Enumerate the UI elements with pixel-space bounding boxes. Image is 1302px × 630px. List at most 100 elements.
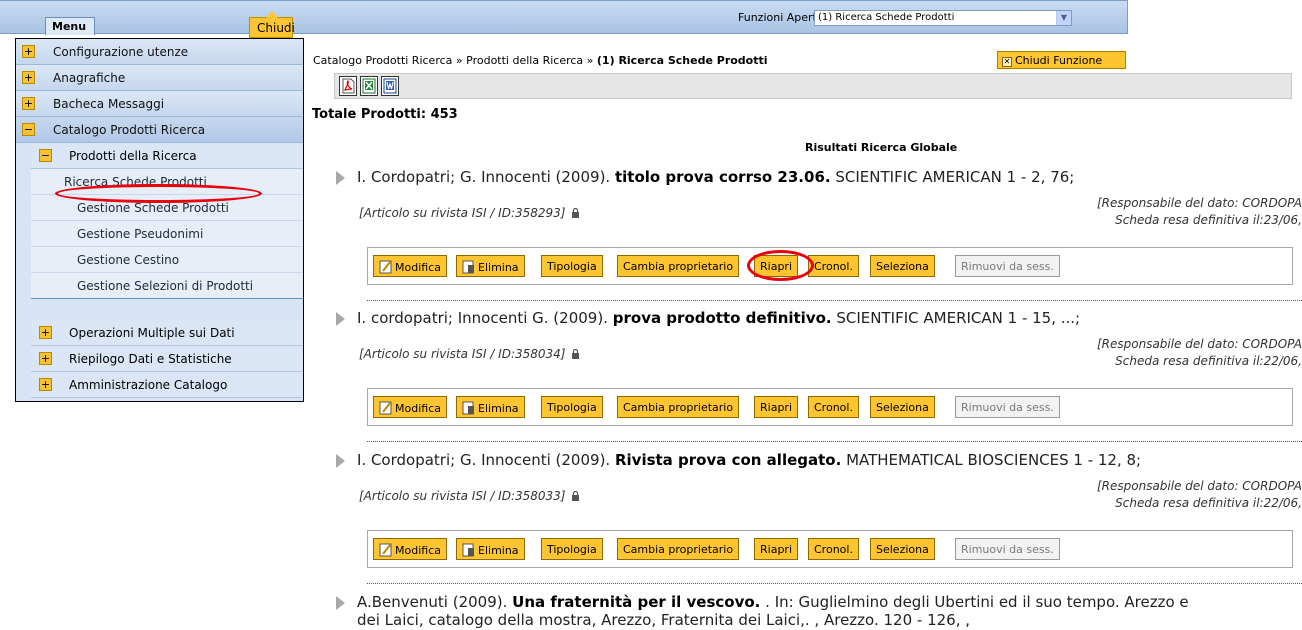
modifica-button[interactable]: Modifica xyxy=(373,538,447,560)
sidebar-item-bacheca-messaggi[interactable]: + Bacheca Messaggi xyxy=(16,91,303,117)
record-actions: Modifica Elimina Tipologia Cambia propri… xyxy=(367,388,1293,426)
elimina-button[interactable]: Elimina xyxy=(456,255,525,277)
sidebar-menu: + Configurazione utenze + Anagrafiche + … xyxy=(15,38,304,402)
modifica-button[interactable]: Modifica xyxy=(373,396,447,418)
pdf-icon[interactable] xyxy=(339,76,357,96)
record-divider xyxy=(367,300,1302,301)
elimina-button[interactable]: Elimina xyxy=(456,538,525,560)
record-type: [Articolo su rivista ISI / ID:358293] xyxy=(359,206,580,220)
rimuovi-da-sessione-button[interactable]: Rimuovi da sess. xyxy=(955,538,1060,560)
record-title[interactable]: Rivista prova con allegato. xyxy=(615,451,841,469)
export-toolbar xyxy=(334,73,1292,99)
expand-icon[interactable]: + xyxy=(22,97,35,110)
excel-icon[interactable] xyxy=(360,76,378,96)
modifica-button[interactable]: Modifica xyxy=(373,255,447,277)
edit-icon xyxy=(379,401,393,415)
sidebar-item-configurazione-utenze[interactable]: + Configurazione utenze xyxy=(16,39,303,65)
sidebar-item-label: Gestione Pseudonimi xyxy=(77,227,204,241)
breadcrumb-separator: » xyxy=(455,54,463,67)
record-type: [Articolo su rivista ISI / ID:358034] xyxy=(359,347,580,361)
results-title: Risultati Ricerca Globale xyxy=(805,141,958,154)
close-function-label: Chiudi Funzione xyxy=(1015,54,1103,67)
rimuovi-da-sessione-button[interactable]: Rimuovi da sess. xyxy=(955,255,1060,277)
sidebar-item-catalogo-prodotti-ricerca[interactable]: − Catalogo Prodotti Ricerca xyxy=(16,117,303,143)
expand-icon[interactable]: + xyxy=(39,326,52,339)
riapri-button[interactable]: Riapri xyxy=(754,538,799,560)
close-menu-tooltip[interactable]: Chiudi xyxy=(249,11,295,38)
record-responsible: [Responsabile del dato: CORDOPA Scheda r… xyxy=(1096,196,1302,227)
record-type: [Articolo su rivista ISI / ID:358033] xyxy=(359,489,580,503)
arrow-bullet-icon xyxy=(334,595,347,611)
record-responsible: [Responsabile del dato: CORDOPA Scheda r… xyxy=(1096,337,1302,368)
chevron-down-icon[interactable]: ▼ xyxy=(1056,11,1071,25)
collapse-icon[interactable]: − xyxy=(22,123,35,136)
open-functions-value: (1) Ricerca Schede Prodotti xyxy=(818,12,955,23)
expand-icon[interactable]: + xyxy=(22,71,35,84)
breadcrumb-item[interactable]: Prodotti della Ricerca xyxy=(466,54,583,67)
record-authors: I. Cordopatri; G. Innocenti (2009). xyxy=(357,451,611,469)
tipologia-button[interactable]: Tipologia xyxy=(541,538,603,560)
expand-icon[interactable]: + xyxy=(22,45,35,58)
lock-icon xyxy=(571,348,580,359)
top-bar: Menu Funzioni Aperte: (1) Ricerca Schede… xyxy=(0,0,1128,35)
record-title[interactable]: prova prodotto definitivo. xyxy=(613,309,832,327)
seleziona-button[interactable]: Seleziona xyxy=(870,396,935,418)
record-actions: Modifica Elimina Tipologia Cambia propri… xyxy=(367,247,1293,285)
sidebar-item-anagrafiche[interactable]: + Anagrafiche xyxy=(16,65,303,91)
arrow-bullet-icon xyxy=(334,170,347,186)
menu-tab[interactable]: Menu xyxy=(45,17,95,35)
record-source: SCIENTIFIC AMERICAN 1 - 15, ...; xyxy=(836,309,1081,327)
record-source: SCIENTIFIC AMERICAN 1 - 2, 76; xyxy=(835,168,1075,186)
record-item: I. Cordopatri; G. Innocenti (2009). tito… xyxy=(334,168,1302,308)
highlight-ellipse xyxy=(747,250,814,281)
cambia-proprietario-button[interactable]: Cambia proprietario xyxy=(617,538,740,560)
elimina-button[interactable]: Elimina xyxy=(456,396,525,418)
sidebar-item-label: Catalogo Prodotti Ricerca xyxy=(53,123,206,137)
cambia-proprietario-button[interactable]: Cambia proprietario xyxy=(617,396,740,418)
cambia-proprietario-button[interactable]: Cambia proprietario xyxy=(617,255,740,277)
close-icon: ✕ xyxy=(1002,57,1012,67)
rimuovi-da-sessione-button[interactable]: Rimuovi da sess. xyxy=(955,396,1060,418)
record-item: I. cordopatri; Innocenti G. (2009). prov… xyxy=(334,309,1302,449)
breadcrumb: Catalogo Prodotti Ricerca » Prodotti del… xyxy=(313,54,768,67)
sidebar-item-label: Gestione Schede Prodotti xyxy=(77,201,229,215)
cronologia-button[interactable]: Cronol. xyxy=(808,396,859,418)
record-title[interactable]: Una fraternità per il vescovo. xyxy=(512,593,760,611)
collapse-icon[interactable]: − xyxy=(39,149,52,162)
sidebar-item-amministrazione-catalogo[interactable]: + Amministrazione Catalogo xyxy=(31,372,303,398)
open-functions-select[interactable]: (1) Ricerca Schede Prodotti ▼ xyxy=(814,10,1072,26)
sidebar-item-label: Operazioni Multiple sui Dati xyxy=(69,326,235,340)
close-function-button[interactable]: ✕ Chiudi Funzione xyxy=(997,51,1126,69)
sidebar-item-prodotti-della-ricerca[interactable]: − Prodotti della Ricerca xyxy=(31,143,303,169)
sidebar-item-label: Bacheca Messaggi xyxy=(53,97,165,111)
seleziona-button[interactable]: Seleziona xyxy=(870,255,935,277)
record-divider xyxy=(367,583,1302,584)
lock-icon xyxy=(571,207,580,218)
cronologia-button[interactable]: Cronol. xyxy=(808,255,859,277)
record-title[interactable]: titolo prova corrso 23.06. xyxy=(615,168,831,186)
edit-icon xyxy=(379,543,393,557)
sidebar-item-label: Gestione Selezioni di Prodotti xyxy=(77,279,254,293)
sidebar-item-gestione-selezioni[interactable]: Gestione Selezioni di Prodotti xyxy=(31,273,303,299)
trash-icon xyxy=(462,543,476,557)
breadcrumb-current: (1) Ricerca Schede Prodotti xyxy=(596,54,768,67)
record-citation: I. cordopatri; Innocenti G. (2009). prov… xyxy=(357,309,1080,327)
expand-icon[interactable]: + xyxy=(39,352,52,365)
sidebar-item-gestione-cestino[interactable]: Gestione Cestino xyxy=(31,247,303,273)
record-citation-continued: dei Laici, catalogo della mostra, Arezzo… xyxy=(357,611,971,629)
sidebar-item-gestione-pseudonimi[interactable]: Gestione Pseudonimi xyxy=(31,221,303,247)
tipologia-button[interactable]: Tipologia xyxy=(541,396,603,418)
sidebar-item-label: Prodotti della Ricerca xyxy=(69,149,197,163)
edit-icon xyxy=(379,260,393,274)
tipologia-button[interactable]: Tipologia xyxy=(541,255,603,277)
breadcrumb-item[interactable]: Catalogo Prodotti Ricerca xyxy=(313,54,452,67)
sidebar-item-riepilogo-dati[interactable]: + Riepilogo Dati e Statistiche xyxy=(31,346,303,372)
seleziona-button[interactable]: Seleziona xyxy=(870,538,935,560)
cronologia-button[interactable]: Cronol. xyxy=(808,538,859,560)
arrow-bullet-icon xyxy=(334,453,347,469)
expand-icon[interactable]: + xyxy=(39,378,52,391)
sidebar-item-operazioni-multiple[interactable]: + Operazioni Multiple sui Dati xyxy=(31,320,303,346)
riapri-button[interactable]: Riapri xyxy=(754,396,799,418)
word-icon[interactable] xyxy=(381,76,399,96)
record-citation: I. Cordopatri; G. Innocenti (2009). tito… xyxy=(357,168,1074,186)
